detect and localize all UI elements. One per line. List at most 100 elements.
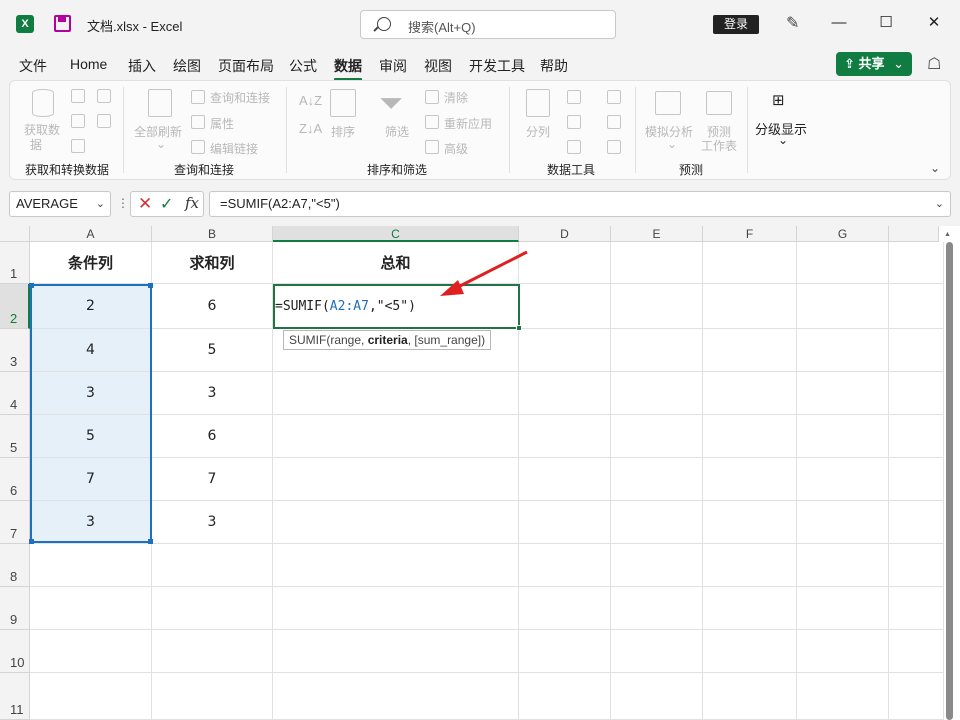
more-icon[interactable]: ⋮ xyxy=(117,196,129,210)
cell-e10[interactable] xyxy=(611,630,703,673)
close-button[interactable]: ✕ xyxy=(924,13,944,33)
from-table-icon[interactable] xyxy=(71,139,85,153)
share-button[interactable]: ⇪ 共享 ⌄ xyxy=(836,52,912,76)
row-header-1[interactable]: 1 xyxy=(0,242,30,284)
cell-d3[interactable] xyxy=(519,329,611,372)
chevron-down-icon[interactable]: ⌄ xyxy=(935,192,944,216)
cell-h7[interactable] xyxy=(889,501,944,544)
cell-g9[interactable] xyxy=(797,587,889,630)
tab-home[interactable]: Home xyxy=(70,56,107,72)
tab-review[interactable]: 审阅 xyxy=(379,56,407,76)
vertical-scrollbar[interactable] xyxy=(944,242,953,720)
comment-icon[interactable]: ☖ xyxy=(927,54,947,74)
pen-icon[interactable]: ✎ xyxy=(786,15,804,33)
row-header-7[interactable]: 7 xyxy=(0,501,30,544)
cell-b3[interactable]: 5 xyxy=(152,329,273,372)
cell-edit-text[interactable]: =SUMIF(A2:A7,"<5") xyxy=(275,299,416,314)
cell-a10[interactable] xyxy=(30,630,152,673)
tab-formulas[interactable]: 公式 xyxy=(289,56,317,76)
cell-g7[interactable] xyxy=(797,501,889,544)
column-header-d[interactable]: D xyxy=(519,226,611,242)
cell-b2[interactable]: 6 xyxy=(152,284,273,329)
column-header-e[interactable]: E xyxy=(611,226,703,242)
existing-connections-icon[interactable] xyxy=(97,114,111,128)
cell-d9[interactable] xyxy=(519,587,611,630)
cell-e5[interactable] xyxy=(611,415,703,458)
column-header-f[interactable]: F xyxy=(703,226,797,242)
cell-g4[interactable] xyxy=(797,372,889,415)
cell-f9[interactable] xyxy=(703,587,797,630)
cell-d1[interactable] xyxy=(519,242,611,284)
properties-button[interactable]: 属性 xyxy=(210,115,234,132)
queries-connections-button[interactable]: 查询和连接 xyxy=(210,89,270,106)
cell-e1[interactable] xyxy=(611,242,703,284)
cell-b1[interactable]: 求和列 xyxy=(152,242,273,284)
cell-b11[interactable] xyxy=(152,673,273,720)
cell-d10[interactable] xyxy=(519,630,611,673)
cell-d11[interactable] xyxy=(519,673,611,720)
row-header-2[interactable]: 2 xyxy=(0,284,30,329)
cell-b10[interactable] xyxy=(152,630,273,673)
sort-button[interactable]: 排序 xyxy=(331,123,355,140)
ribbon-collapse-icon[interactable]: ⌄ xyxy=(930,161,940,175)
cell-c5[interactable] xyxy=(273,415,519,458)
cell-e9[interactable] xyxy=(611,587,703,630)
cell-e3[interactable] xyxy=(611,329,703,372)
cell-h9[interactable] xyxy=(889,587,944,630)
cell-c4[interactable] xyxy=(273,372,519,415)
maximize-button[interactable]: ☐ xyxy=(876,13,896,33)
cell-a3[interactable]: 4 xyxy=(30,329,152,372)
cell-f11[interactable] xyxy=(703,673,797,720)
cell-e2[interactable] xyxy=(611,284,703,329)
cancel-icon[interactable]: ✕ xyxy=(138,194,152,214)
recent-sources-icon[interactable] xyxy=(97,89,111,103)
cell-d8[interactable] xyxy=(519,544,611,587)
cell-h11[interactable] xyxy=(889,673,944,720)
cell-f4[interactable] xyxy=(703,372,797,415)
row-header-11[interactable]: 11 xyxy=(0,673,30,720)
cell-g10[interactable] xyxy=(797,630,889,673)
cell-d7[interactable] xyxy=(519,501,611,544)
cell-g8[interactable] xyxy=(797,544,889,587)
cell-b8[interactable] xyxy=(152,544,273,587)
row-header-4[interactable]: 4 xyxy=(0,372,30,415)
minimize-button[interactable]: — xyxy=(829,13,849,33)
cell-g5[interactable] xyxy=(797,415,889,458)
cell-h6[interactable] xyxy=(889,458,944,501)
cell-d6[interactable] xyxy=(519,458,611,501)
tab-page-layout[interactable]: 页面布局 xyxy=(218,56,274,76)
cell-e7[interactable] xyxy=(611,501,703,544)
cell-b4[interactable]: 3 xyxy=(152,372,273,415)
row-header-5[interactable]: 5 xyxy=(0,415,30,458)
fill-handle[interactable] xyxy=(516,325,522,331)
cell-c11[interactable] xyxy=(273,673,519,720)
cell-d5[interactable] xyxy=(519,415,611,458)
cell-a2[interactable]: 2 xyxy=(30,284,152,329)
column-header-c[interactable]: C xyxy=(273,226,519,242)
cell-h4[interactable] xyxy=(889,372,944,415)
cell-h3[interactable] xyxy=(889,329,944,372)
cell-d2[interactable] xyxy=(519,284,611,329)
enter-icon[interactable]: ✓ xyxy=(160,194,173,214)
cell-c1[interactable]: 总和 xyxy=(273,242,519,284)
consolidate-icon[interactable] xyxy=(607,90,621,104)
row-header-9[interactable]: 9 xyxy=(0,587,30,630)
sort-desc-icon[interactable]: Z↓A xyxy=(299,121,322,136)
cell-c9[interactable] xyxy=(273,587,519,630)
cell-a11[interactable] xyxy=(30,673,152,720)
cell-a8[interactable] xyxy=(30,544,152,587)
chevron-down-icon[interactable]: ⌄ xyxy=(96,192,105,216)
tab-draw[interactable]: 绘图 xyxy=(173,56,201,76)
text-to-columns-button[interactable]: 分列 xyxy=(526,123,550,140)
cell-g1[interactable] xyxy=(797,242,889,284)
column-header-a[interactable]: A xyxy=(30,226,152,242)
row-header-3[interactable]: 3 xyxy=(0,329,30,372)
relationships-icon[interactable] xyxy=(607,115,621,129)
column-header-b[interactable]: B xyxy=(152,226,273,242)
cell-g11[interactable] xyxy=(797,673,889,720)
cell-a5[interactable]: 5 xyxy=(30,415,152,458)
cell-f7[interactable] xyxy=(703,501,797,544)
scroll-up-icon[interactable]: ▲ xyxy=(944,231,951,238)
cell-b6[interactable]: 7 xyxy=(152,458,273,501)
cell-a7[interactable]: 3 xyxy=(30,501,152,544)
